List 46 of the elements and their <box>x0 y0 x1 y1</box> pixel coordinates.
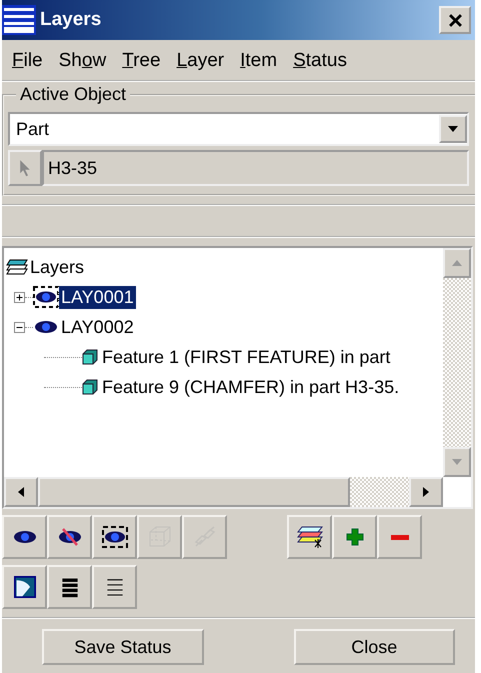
cube-icon <box>82 349 98 365</box>
toolbar-button[interactable] <box>287 515 332 559</box>
feature-node[interactable]: Feature 1 (FIRST FEATURE) in part <box>100 346 392 368</box>
panel-icon <box>12 576 38 598</box>
type-dropdown[interactable]: Part <box>8 112 469 146</box>
close-button[interactable] <box>439 6 471 34</box>
toolbar-button[interactable] <box>2 565 47 609</box>
menu-item[interactable]: Tree <box>118 48 165 74</box>
framed-eye-icon <box>102 526 128 548</box>
window-title: Layers <box>40 9 102 31</box>
minus-icon <box>390 534 408 540</box>
layer-node[interactable]: LAY0002 <box>59 316 136 338</box>
layers-icon <box>296 526 322 548</box>
menu-item[interactable]: Item <box>236 48 282 74</box>
menu-item[interactable]: Layer <box>172 48 228 74</box>
menu-item[interactable]: File <box>8 48 47 74</box>
toolbar-button[interactable] <box>92 515 137 559</box>
menu-item[interactable]: Show <box>54 48 110 74</box>
layer-node[interactable]: LAY0001 <box>59 286 136 308</box>
dropdown-arrow-icon <box>448 126 458 132</box>
cube-icon <box>82 379 98 395</box>
root-node[interactable]: Layers <box>28 256 86 278</box>
expander-icon[interactable] <box>14 292 25 302</box>
toolbar-button[interactable] <box>332 515 377 559</box>
layers-icon <box>6 258 28 276</box>
scroll-left-icon <box>18 487 24 497</box>
scroll-right-icon <box>423 487 429 497</box>
cursor-icon <box>19 160 31 176</box>
toolbar-button[interactable] <box>92 565 137 609</box>
dialog-button[interactable]: Close <box>294 629 455 665</box>
vertical-scrollbar[interactable] <box>443 248 471 477</box>
toolbar-button[interactable] <box>47 515 92 559</box>
scroll-up-icon <box>452 260 462 266</box>
pick-button[interactable] <box>8 150 42 186</box>
close-icon <box>448 14 462 26</box>
dialog-button[interactable]: Save Status <box>42 629 204 665</box>
toolbar-button[interactable] <box>47 565 92 609</box>
name-field[interactable]: H3-35 <box>42 150 469 186</box>
feature-node[interactable]: Feature 9 (CHAMFER) in part H3-35. <box>100 376 402 398</box>
scroll-down-icon <box>452 459 462 465</box>
crossed-eye-icon <box>56 526 82 548</box>
menu-item[interactable]: Status <box>289 48 351 74</box>
expander-icon[interactable] <box>14 322 25 332</box>
group-label: Active Object <box>16 84 130 105</box>
horizontal-scrollbar[interactable] <box>4 477 443 507</box>
toolbar-button[interactable] <box>2 515 47 559</box>
